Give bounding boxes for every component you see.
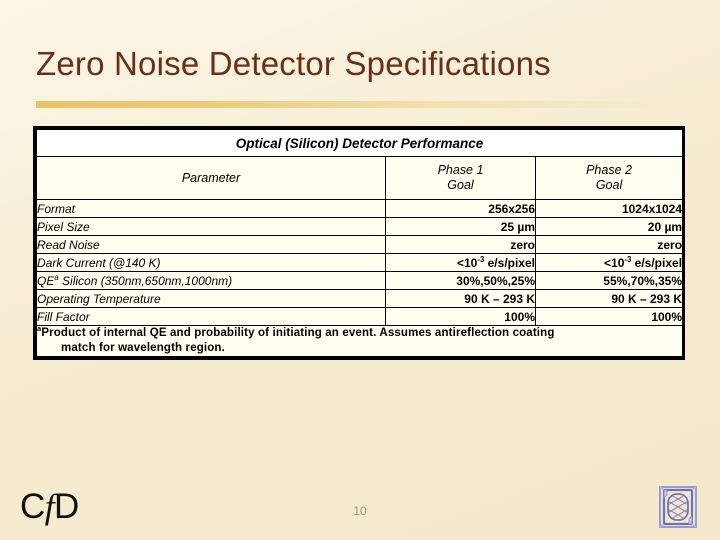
row-value-phase1: 256x256 (385, 199, 536, 218)
table-row: Format 256x256 1024x1024 (36, 199, 684, 218)
row-label-parameter: Read Noise (36, 235, 386, 254)
row-value-phase2: 20 µm (534, 217, 684, 236)
page-title: Zero Noise Detector Specifications (36, 45, 551, 82)
cfd-logo-d: D (54, 487, 79, 526)
slide-number: 10 (353, 504, 367, 518)
row-value-phase2: 100% (534, 307, 684, 326)
column-header-phase1: Phase 1 Goal (385, 156, 536, 200)
row-value-phase2: zero (534, 235, 684, 254)
column-header-phase1-line2: Goal (447, 178, 474, 192)
table-row: Dark Current (@140 K) <10-3 e/s/pixel <10-… (36, 253, 684, 272)
row-label-parameter: Format (36, 199, 386, 218)
table-row: Pixel Size 25 µm 20 µm (36, 217, 684, 236)
row-value-phase2: 1024x1024 (534, 199, 684, 218)
table-footnote-row: aProduct of internal QE and probability … (35, 325, 684, 357)
footnote-line1: Product of internal QE and probability o… (41, 327, 555, 339)
detector-spec-table: Optical (Silicon) Detector Performance P… (35, 129, 684, 357)
row-value-phase2: 55%,70%,35% (534, 271, 684, 290)
table-footnote: aProduct of internal QE and probability … (35, 325, 684, 357)
row-value-phase1-superscript: -3 (477, 254, 485, 264)
table-row: Fill Factor 100% 100% (36, 307, 684, 326)
row-label-parameter: Operating Temperature (36, 289, 386, 308)
row-value-phase1: 25 µm (385, 217, 536, 236)
column-header-phase2-line1: Phase 2 (586, 163, 632, 177)
cfd-logo: CfD (20, 487, 79, 527)
row-value-phase1: <10-3 e/s/pixel (385, 253, 536, 272)
table-row: QEa Silicon (350nm,650nm,1000nm) 30%,50%,… (36, 271, 684, 290)
slide-canvas: Zero Noise Detector Specifications Optic… (0, 0, 720, 540)
table-header-row: Parameter Phase 1 Goal Phase 2 Goal (36, 156, 684, 200)
cfd-logo-f: f (44, 487, 55, 526)
row-value-phase1: 30%,50%,25% (385, 271, 536, 290)
row-label-parameter: QEa Silicon (350nm,650nm,1000nm) (36, 271, 386, 290)
column-header-parameter: Parameter (36, 156, 386, 200)
table-row: Operating Temperature 90 K – 293 K 90 K – … (36, 289, 684, 308)
cfd-logo-c: C (20, 487, 45, 526)
column-header-phase2: Phase 2 Goal (534, 156, 684, 200)
row-label-parameter: Fill Factor (36, 307, 386, 326)
table-caption-row: Optical (Silicon) Detector Performance (35, 129, 684, 157)
row-value-phase1: 90 K – 293 K (385, 289, 536, 308)
row-value-phase1: zero (385, 235, 536, 254)
table-row: Read Noise zero zero (36, 235, 684, 254)
column-header-phase2-line2: Goal (595, 178, 623, 192)
row-label-parameter: Pixel Size (36, 217, 386, 236)
spec-table-container: Optical (Silicon) Detector Performance P… (33, 126, 685, 360)
ornamental-square-logo-icon (654, 481, 702, 533)
row-value-phase1: 100% (385, 307, 536, 326)
row-value-phase2: 90 K – 293 K (534, 289, 684, 308)
row-label-superscript: a (54, 272, 59, 282)
row-value-phase2: <10-3 e/s/pixel (534, 253, 684, 272)
footnote-line2: match for wavelength region. (61, 342, 225, 354)
row-value-phase2-superscript: -3 (624, 254, 632, 264)
column-header-phase1-line1: Phase 1 (437, 163, 484, 177)
table-caption: Optical (Silicon) Detector Performance (35, 129, 684, 157)
row-label-parameter: Dark Current (@140 K) (36, 253, 386, 272)
title-underline-rule (36, 101, 684, 108)
